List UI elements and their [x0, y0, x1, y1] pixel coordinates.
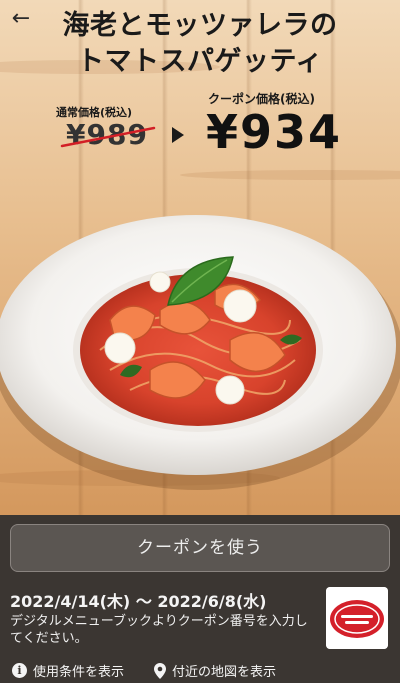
price-arrow-icon — [172, 127, 184, 143]
coupon-image: ← 海老とモッツァレラの トマトスパゲッティ 通常価格(税込) ¥989 クーポ… — [0, 0, 400, 515]
restaurant-logo — [326, 587, 388, 649]
info-icon: i — [12, 663, 27, 678]
wood-grain — [180, 170, 400, 180]
coupon-instruction: デジタルメニューブックよりクーポン番号を入力してください。 — [10, 614, 308, 646]
use-coupon-button[interactable]: クーポンを使う — [10, 524, 390, 572]
dish-title-line1: 海老とモッツァレラの — [62, 10, 338, 41]
coupon-valid-dates: 2022/4/14(木) 〜 2022/6/8(水) — [10, 592, 267, 611]
dish-title: 海老とモッツァレラの トマトスパゲッティ — [0, 8, 400, 80]
map-link-label: 付近の地図を表示 — [172, 665, 277, 680]
terms-link[interactable]: i 使用条件を表示 — [12, 661, 124, 680]
coupon-price: ¥934 — [206, 105, 343, 159]
terms-link-label: 使用条件を表示 — [33, 665, 125, 680]
pasta-dish-illustration — [0, 215, 400, 490]
strikethrough-line — [60, 126, 156, 148]
map-link[interactable]: 付近の地図を表示 — [154, 661, 276, 680]
coupon-info-panel: クーポンを使う 2022/4/14(木) 〜 2022/6/8(水) デジタルメ… — [0, 515, 400, 683]
dish-title-line2: トマトスパゲッティ — [77, 46, 323, 77]
map-pin-icon — [154, 662, 166, 679]
